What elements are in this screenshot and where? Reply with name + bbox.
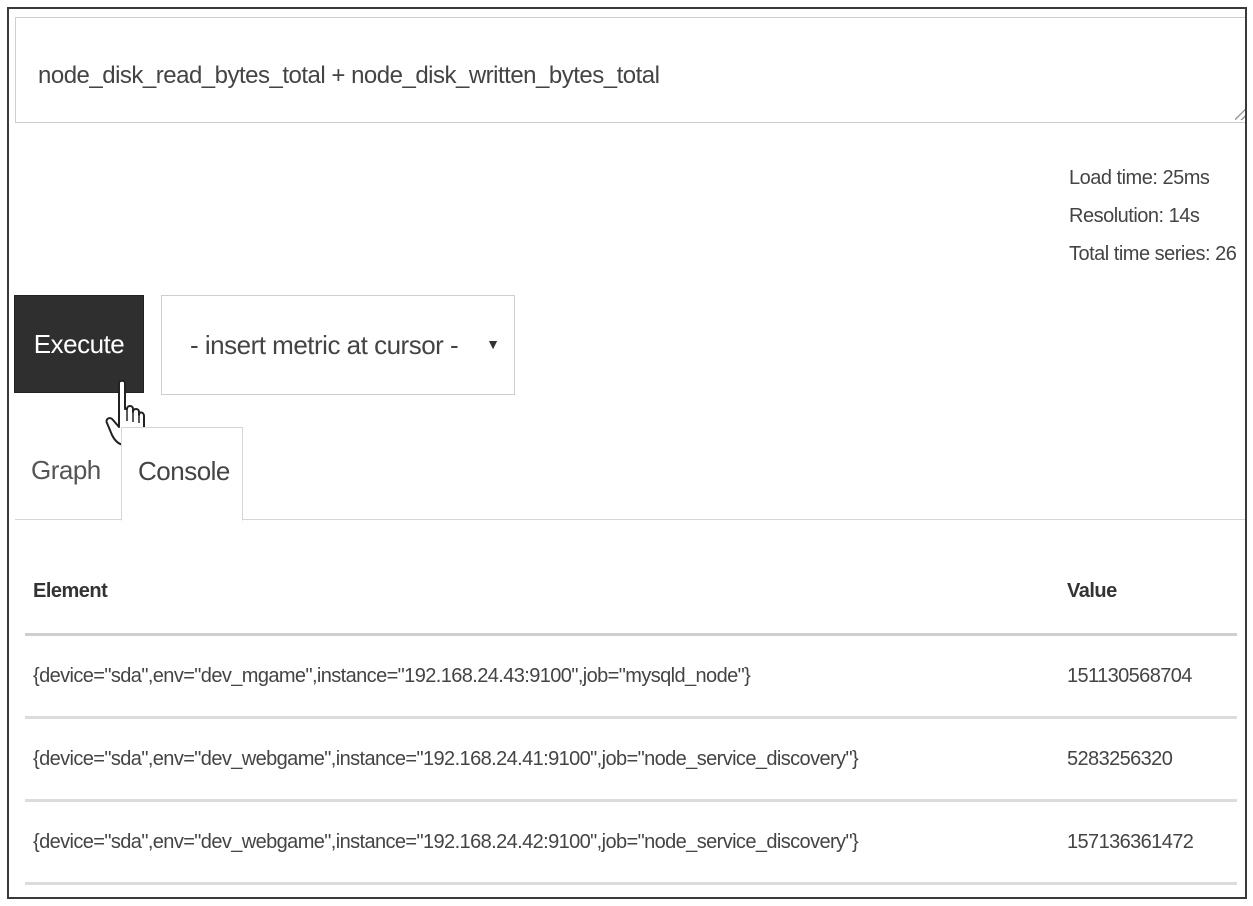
- element-column-header: Element: [25, 549, 1059, 636]
- element-cell: {device="sda",env="dev_webgame",instance…: [25, 717, 1059, 802]
- total-series-text: Total time series: 26: [1069, 243, 1237, 265]
- tab-graph[interactable]: Graph: [31, 455, 101, 486]
- resize-grip-icon[interactable]: [1235, 106, 1245, 120]
- expression-text[interactable]: node_disk_read_bytes_total + node_disk_w…: [38, 62, 660, 90]
- tab-console[interactable]: Console: [121, 427, 243, 521]
- value-column-header: Value: [1059, 549, 1237, 636]
- value-cell: 151130568704: [1059, 634, 1237, 719]
- value-cell: 157136361472: [1059, 800, 1237, 885]
- table-row: {device="sda",env="dev_webgame",instance…: [25, 800, 1237, 885]
- table-row: {device="sda",env="dev_mgame",instance="…: [25, 634, 1237, 719]
- insert-metric-label: - insert metric at cursor -: [190, 329, 459, 360]
- table-row: {device="sda",env="dev_webgame",instance…: [25, 717, 1237, 802]
- expression-input[interactable]: node_disk_read_bytes_total + node_disk_w…: [15, 17, 1245, 123]
- element-cell: {device="sda",env="dev_webgame",instance…: [25, 800, 1059, 885]
- element-cell: {device="sda",env="dev_mgame",instance="…: [25, 634, 1059, 719]
- query-stats: Load time: 25ms Resolution: 14s Total ti…: [1069, 159, 1237, 273]
- results-table: Element Value {device="sda",env="dev_mga…: [25, 549, 1237, 885]
- load-time-text: Load time: 25ms: [1069, 167, 1210, 189]
- table-header-row: Element Value: [25, 549, 1237, 636]
- value-cell: 5283256320: [1059, 717, 1237, 802]
- insert-metric-select[interactable]: - insert metric at cursor - ▼: [161, 295, 515, 395]
- caret-down-icon: ▼: [486, 336, 500, 352]
- resolution-text: Resolution: 14s: [1069, 205, 1200, 227]
- tab-console-label: Console: [138, 456, 230, 486]
- prometheus-query-panel: node_disk_read_bytes_total + node_disk_w…: [7, 7, 1247, 899]
